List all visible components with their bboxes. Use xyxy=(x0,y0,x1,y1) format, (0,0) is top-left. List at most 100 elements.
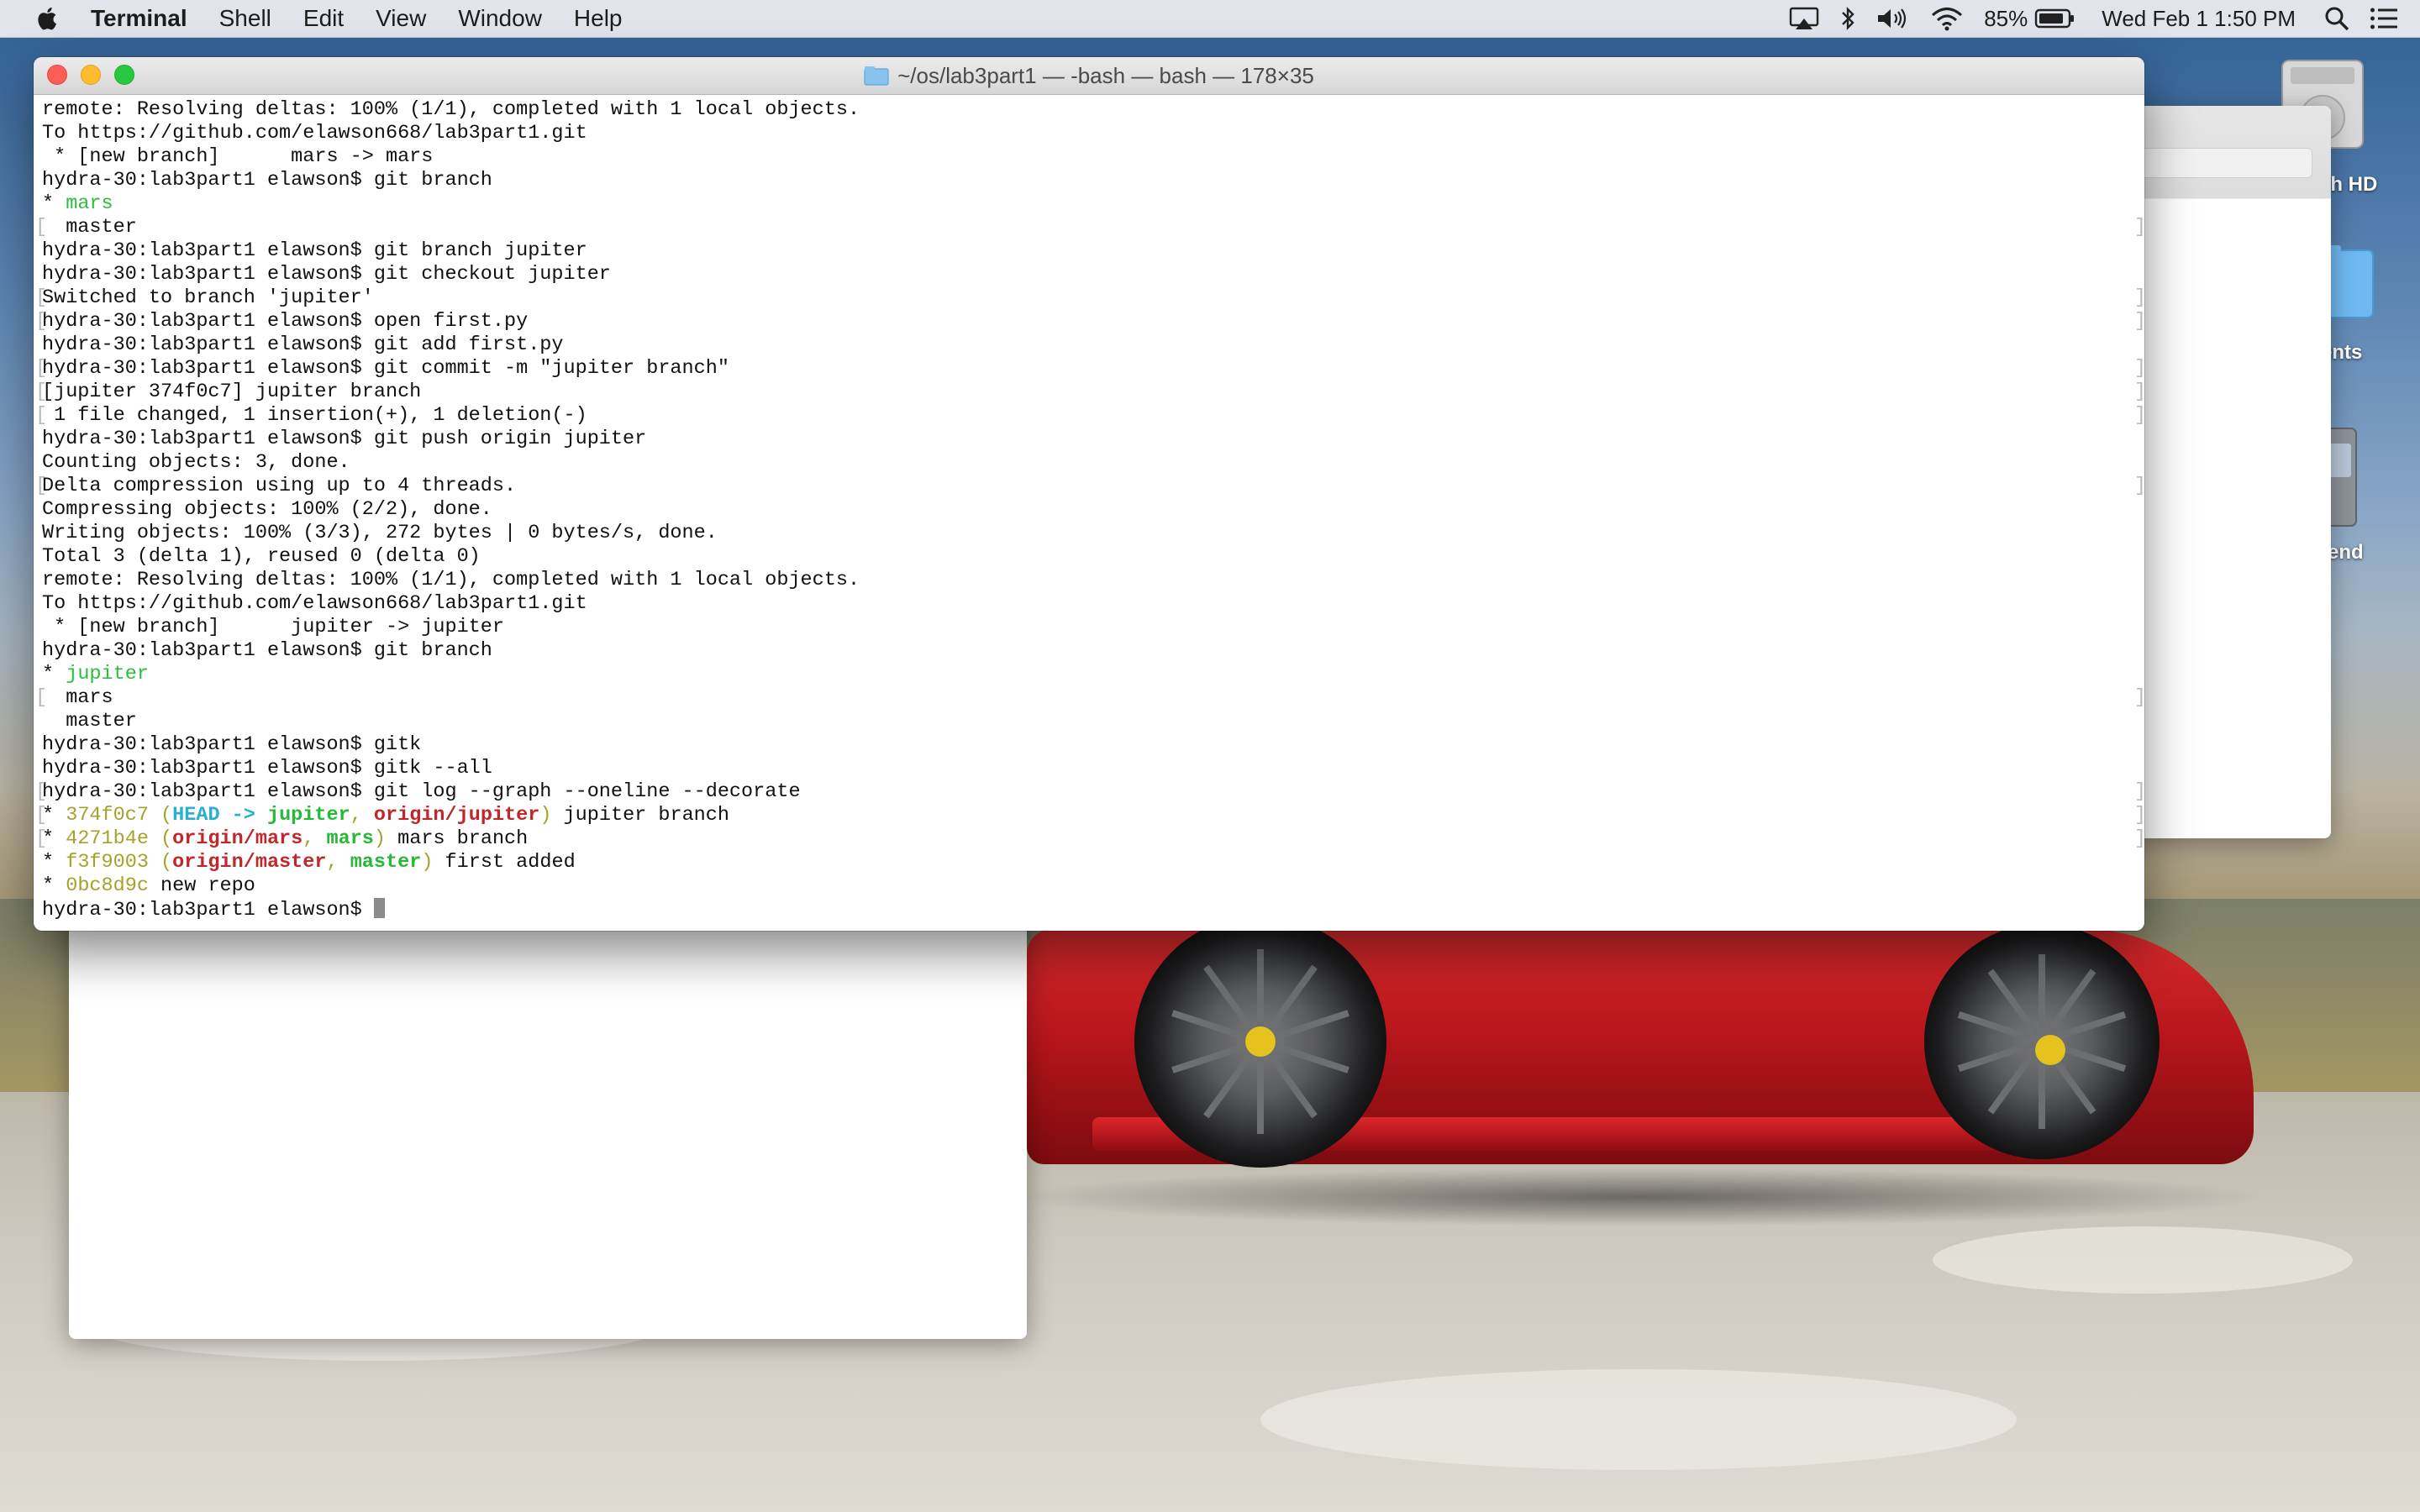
terminal-text-segment: origin/mars xyxy=(172,827,303,850)
terminal-line: [] hydra-30:lab3part1 elawson$ git commit… xyxy=(35,357,2144,381)
terminal-line: * jupiter xyxy=(42,663,2144,686)
terminal-prompt-line: hydra-30:lab3part1 elawson$ xyxy=(42,898,2144,921)
line-mark-left: [ xyxy=(35,357,48,380)
terminal-text-segment: jupiter branch xyxy=(551,804,729,827)
terminal-text-segment: new repo xyxy=(148,874,255,897)
terminal-line: hydra-30:lab3part1 elawson$ git checkout… xyxy=(42,263,2144,286)
line-mark-right: ] xyxy=(2134,780,2144,804)
menu-edit[interactable]: Edit xyxy=(303,5,344,32)
terminal-window[interactable]: ~/os/lab3part1 — -bash — bash — 178×35 r… xyxy=(34,57,2144,931)
bluetooth-icon[interactable] xyxy=(1839,6,1856,31)
terminal-text-segment: f3f9003 ( xyxy=(66,851,173,874)
menu-help[interactable]: Help xyxy=(574,5,623,32)
terminal-text-segment: jupiter xyxy=(266,804,350,827)
terminal-text-segment: mars xyxy=(42,686,113,709)
apple-menu-icon[interactable] xyxy=(34,4,62,33)
car-front-wheel xyxy=(1134,916,1386,1168)
terminal-line: To https://github.com/elawson668/lab3par… xyxy=(42,122,2144,145)
notification-center-icon[interactable] xyxy=(2370,6,2398,31)
terminal-line: [] Delta compression using up to 4 thread… xyxy=(35,475,2144,498)
menu-clock[interactable]: Wed Feb 1 1:50 PM xyxy=(2102,6,2296,32)
menu-view[interactable]: View xyxy=(376,5,426,32)
terminal-text-segment: master xyxy=(350,851,422,874)
terminal-title: ~/os/lab3part1 — -bash — bash — 178×35 xyxy=(897,62,1314,88)
terminal-text-segment: 1 file changed, 1 insertion(+), 1 deleti… xyxy=(42,404,587,427)
terminal-text-segment: hydra-30:lab3part1 elawson$ xyxy=(42,899,374,921)
terminal-text-segment: * xyxy=(42,192,66,215)
terminal-text-segment: 0bc8d9c xyxy=(66,874,149,897)
terminal-text-segment: jupiter xyxy=(66,663,149,685)
terminal-line: hydra-30:lab3part1 elawson$ gitk xyxy=(42,733,2144,757)
menu-bar: Terminal Shell Edit View Window Help 85%… xyxy=(0,0,2420,38)
desktop-icon-label[interactable]: end xyxy=(2328,541,2364,564)
minimize-window-button[interactable] xyxy=(81,65,101,85)
terminal-text-segment: * xyxy=(42,874,66,897)
line-mark-right: ] xyxy=(2134,804,2144,827)
battery-icon[interactable] xyxy=(2034,6,2075,31)
terminal-output[interactable]: remote: Resolving deltas: 100% (1/1), co… xyxy=(34,95,2144,921)
line-mark-right: ] xyxy=(2134,686,2144,710)
line-mark-left: [ xyxy=(35,804,48,827)
terminal-line: [] hydra-30:lab3part1 elawson$ open first… xyxy=(35,310,2144,333)
terminal-text-segment: Compressing objects: 100% (2/2), done. xyxy=(42,498,492,521)
line-mark-right: ] xyxy=(2134,475,2144,498)
terminal-line: [] mars xyxy=(35,686,2144,710)
terminal-titlebar[interactable]: ~/os/lab3part1 — -bash — bash — 178×35 xyxy=(34,57,2144,95)
terminal-line: Counting objects: 3, done. xyxy=(42,451,2144,475)
battery-percentage[interactable]: 85% xyxy=(1984,6,2028,32)
terminal-text-segment: Writing objects: 100% (3/3), 272 bytes |… xyxy=(42,522,718,544)
menu-app-terminal[interactable]: Terminal xyxy=(91,5,187,32)
terminal-text-segment: hydra-30:lab3part1 elawson$ open first.p… xyxy=(42,310,529,333)
zoom-window-button[interactable] xyxy=(114,65,134,85)
menu-bar-status-area: 85% Wed Feb 1 1:50 PM xyxy=(1789,0,2420,37)
terminal-line: [] Switched to branch 'jupiter' xyxy=(35,286,2144,310)
terminal-text-segment: , xyxy=(302,827,327,850)
terminal-text-segment: * xyxy=(42,663,66,685)
terminal-text-segment: first added xyxy=(433,851,576,874)
terminal-text-segment: ) xyxy=(421,851,434,874)
background-blank-window[interactable] xyxy=(69,882,1027,1339)
terminal-line: [] 1 file changed, 1 insertion(+), 1 del… xyxy=(35,404,2144,428)
folder-icon[interactable] xyxy=(864,66,889,86)
terminal-line: hydra-30:lab3part1 elawson$ git branch xyxy=(42,639,2144,663)
terminal-text-segment: To https://github.com/elawson668/lab3par… xyxy=(42,592,587,615)
terminal-text-segment: hydra-30:lab3part1 elawson$ gitk xyxy=(42,733,422,756)
terminal-line: hydra-30:lab3part1 elawson$ git add firs… xyxy=(42,333,2144,357)
terminal-line: * [new branch] jupiter -> jupiter xyxy=(42,616,2144,639)
terminal-text-segment: hydra-30:lab3part1 elawson$ git branch xyxy=(42,169,492,192)
car-rear-wheel xyxy=(1924,924,2160,1159)
line-mark-left: [ xyxy=(35,686,48,709)
spotlight-search-icon[interactable] xyxy=(2324,6,2349,31)
volume-icon[interactable] xyxy=(1876,6,1910,31)
terminal-text-segment: mars branch xyxy=(386,827,529,850)
text-cursor xyxy=(373,898,385,918)
terminal-line: remote: Resolving deltas: 100% (1/1), co… xyxy=(42,98,2144,122)
terminal-line: hydra-30:lab3part1 elawson$ git branch j… xyxy=(42,239,2144,263)
terminal-text-segment: origin/jupiter xyxy=(373,804,540,827)
terminal-text-segment: [jupiter 374f0c7] jupiter branch xyxy=(42,381,422,403)
terminal-line: To https://github.com/elawson668/lab3par… xyxy=(42,592,2144,616)
menu-shell[interactable]: Shell xyxy=(219,5,271,32)
terminal-line: * [new branch] mars -> mars xyxy=(42,145,2144,169)
terminal-text-segment: origin/master xyxy=(172,851,327,874)
wifi-icon[interactable] xyxy=(1930,6,1964,31)
line-mark-right: ] xyxy=(2134,357,2144,381)
line-mark-left: [ xyxy=(35,404,48,427)
menu-window[interactable]: Window xyxy=(458,5,542,32)
terminal-text-segment: hydra-30:lab3part1 elawson$ git branch xyxy=(42,639,492,662)
line-mark-left: [ xyxy=(35,310,48,333)
terminal-text-segment: * [new branch] jupiter -> jupiter xyxy=(42,616,504,638)
airplay-icon[interactable] xyxy=(1789,6,1819,31)
terminal-line: []* 4271b4e (origin/mars, mars) mars bra… xyxy=(35,827,2144,851)
terminal-line: hydra-30:lab3part1 elawson$ git push ori… xyxy=(42,428,2144,451)
line-mark-right: ] xyxy=(2134,404,2144,428)
terminal-text-segment: Total 3 (delta 1), reused 0 (delta 0) xyxy=(42,545,481,568)
terminal-text-segment: hydra-30:lab3part1 elawson$ git add firs… xyxy=(42,333,564,356)
finder-search-field[interactable] xyxy=(2134,148,2312,178)
line-mark-right: ] xyxy=(2134,381,2144,404)
window-controls xyxy=(47,65,148,85)
close-window-button[interactable] xyxy=(47,65,67,85)
terminal-line: Total 3 (delta 1), reused 0 (delta 0) xyxy=(42,545,2144,569)
line-mark-left: [ xyxy=(35,780,48,803)
terminal-text-segment: hydra-30:lab3part1 elawson$ git log --gr… xyxy=(42,780,801,803)
